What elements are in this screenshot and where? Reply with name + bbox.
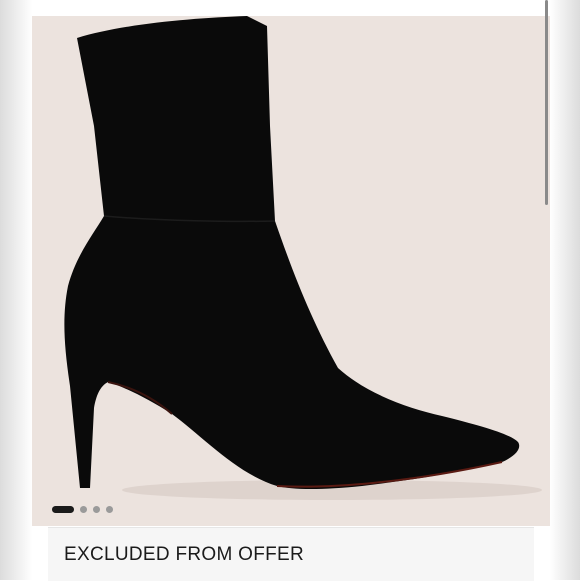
right-edge-shade xyxy=(550,0,580,580)
product-image-gallery[interactable] xyxy=(32,16,550,526)
carousel-dot-3[interactable] xyxy=(93,505,100,513)
carousel-dot-2[interactable] xyxy=(80,505,87,513)
carousel-dot-4[interactable] xyxy=(106,505,113,513)
carousel-dot-1[interactable] xyxy=(52,505,74,513)
vertical-scrollbar[interactable] xyxy=(542,0,550,210)
product-image xyxy=(64,16,542,500)
offer-banner: EXCLUDED FROM OFFER xyxy=(48,527,534,581)
left-edge-shade xyxy=(0,0,32,580)
top-strip xyxy=(32,0,550,16)
scrollbar-thumb[interactable] xyxy=(545,0,548,205)
offer-banner-text: EXCLUDED FROM OFFER xyxy=(64,543,305,565)
carousel-pagination xyxy=(52,504,113,514)
